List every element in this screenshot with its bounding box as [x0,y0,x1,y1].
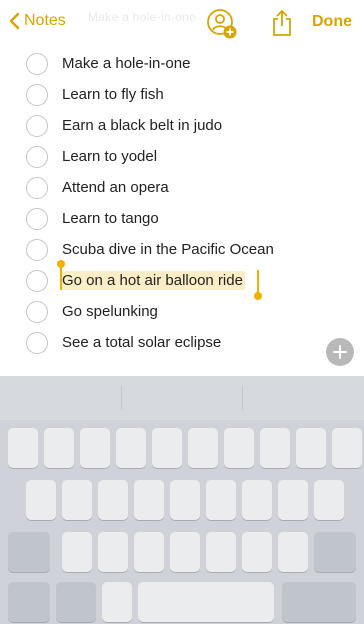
list-item-selected: Go on a hot air balloon ride [0,265,364,296]
keyboard-key[interactable] [260,428,290,468]
list-item-label[interactable]: Learn to yodel [62,148,157,165]
keyboard-key[interactable] [170,480,200,520]
list-item: Learn to fly fish [0,79,364,110]
keyboard-key[interactable] [296,428,326,468]
list-item: Make a hole-in-one [0,48,364,79]
selected-text[interactable]: Go on a hot air balloon ride [60,271,245,290]
list-item-label[interactable]: Attend an opera [62,179,169,196]
faint-title: Make a hole-in-one [88,10,197,24]
keyboard-key[interactable] [206,480,236,520]
keyboard-key[interactable] [44,428,74,468]
shift-key[interactable] [8,532,50,572]
list-item: Scuba dive in the Pacific Ocean [0,234,364,265]
list-item-label[interactable]: Scuba dive in the Pacific Ocean [62,241,274,258]
checkbox-circle[interactable] [26,300,48,323]
plus-icon [333,345,347,359]
keyboard-key[interactable] [170,532,200,572]
keyboard-key[interactable] [62,532,92,572]
keyboard-key[interactable] [332,428,362,468]
checkbox-circle[interactable] [26,145,48,168]
predictive-bar [0,376,364,420]
keyboard-key[interactable] [116,428,146,468]
checkbox-circle[interactable] [26,269,48,292]
keyboard-key[interactable] [62,480,92,520]
keyboard-key[interactable] [134,480,164,520]
keyboard-key[interactable] [206,532,236,572]
list-item: Attend an opera [0,172,364,203]
list-item-label[interactable]: See a total solar eclipse [62,334,221,351]
nav-bar: Make a hole-in-one Notes Done [0,0,364,44]
list-item-label[interactable]: Learn to tango [62,210,159,227]
return-key[interactable] [282,582,356,622]
back-button[interactable]: Notes [8,12,66,30]
keyboard-key[interactable] [26,480,56,520]
checkbox-circle[interactable] [26,176,48,199]
predict-divider [121,386,122,410]
keyboard-key[interactable] [8,428,38,468]
keyboard-key[interactable] [80,428,110,468]
checkbox-circle[interactable] [26,207,48,230]
checkbox-circle[interactable] [26,83,48,106]
chevron-left-icon [9,12,20,30]
done-button[interactable]: Done [312,13,352,31]
list-item-label[interactable]: Learn to fly fish [62,86,164,103]
checkbox-circle[interactable] [26,114,48,137]
list-item-label[interactable]: Make a hole-in-one [62,55,190,72]
keyboard-key[interactable] [314,480,344,520]
back-label: Notes [24,12,66,29]
add-person-icon[interactable] [206,8,238,40]
selection-start-bar [60,266,62,290]
predict-divider [242,386,243,410]
delete-key[interactable] [314,532,356,572]
list-item: Go spelunking [0,296,364,327]
share-icon[interactable] [270,9,294,37]
keyboard-key[interactable] [152,428,182,468]
globe-key[interactable] [56,582,96,622]
selection-end-handle[interactable] [254,292,262,300]
space-key[interactable] [138,582,274,622]
notes-screen: Make a hole-in-one Notes Done Make a hol… [0,0,364,624]
checkbox-circle[interactable] [26,331,48,354]
list-item-label[interactable]: Earn a black belt in judo [62,117,222,134]
list-item: See a total solar eclipse [0,327,364,358]
emoji-key[interactable] [102,582,132,622]
keyboard-key[interactable] [98,480,128,520]
checkbox-circle[interactable] [26,238,48,261]
selection-end-bar [257,270,259,294]
keyboard-key[interactable] [278,480,308,520]
checkbox-circle[interactable] [26,52,48,75]
list-item-label[interactable]: Go spelunking [62,303,158,320]
keyboard-key[interactable] [134,532,164,572]
keyboard-key[interactable] [278,532,308,572]
keyboard [0,376,364,624]
numbers-key[interactable] [8,582,50,622]
keyboard-key[interactable] [188,428,218,468]
list-item: Learn to yodel [0,141,364,172]
keyboard-key[interactable] [242,532,272,572]
keyboard-key[interactable] [98,532,128,572]
keyboard-key[interactable] [224,428,254,468]
keyboard-key[interactable] [242,480,272,520]
add-button[interactable] [326,338,354,366]
list-item: Earn a black belt in judo [0,110,364,141]
list-item: Learn to tango [0,203,364,234]
